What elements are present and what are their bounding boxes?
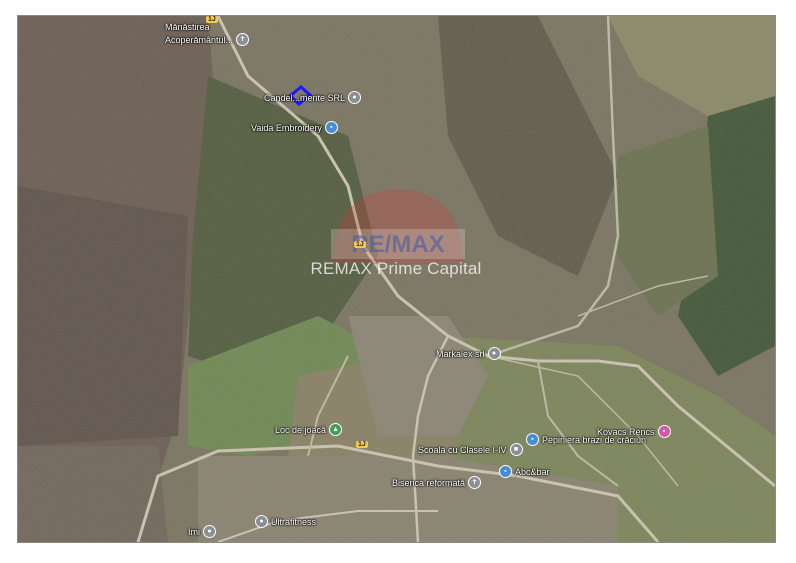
poi-label: Imi: [188, 526, 200, 537]
poi-abc-bar[interactable]: ▪ Abc&bar: [499, 465, 550, 478]
shop-icon: ▪: [499, 465, 512, 478]
playground-icon: ▲: [329, 423, 343, 436]
poi-kovacs-rencs[interactable]: Kovacs Rencs ▪: [597, 425, 671, 438]
road-badge: 1J: [206, 16, 218, 23]
school-icon: ■: [509, 443, 523, 456]
shop-icon: ▪: [324, 121, 338, 134]
poi-label: Ultrafitness: [271, 516, 317, 527]
poi-label: Loc de joacă: [275, 424, 327, 435]
poi-imi[interactable]: Imi ●: [188, 525, 216, 538]
church-icon: ✝: [236, 33, 250, 46]
poi-biserica-reformata[interactable]: Biserica reformată ✝: [392, 476, 482, 489]
poi-label: Kovacs Rencs: [597, 426, 655, 437]
poi-label: Școala cu Clasele I-IV: [418, 444, 507, 455]
poi-label: Markalex srl: [436, 348, 485, 359]
gym-icon: ●: [255, 515, 268, 528]
shop-icon: ●: [487, 347, 501, 360]
poi-vaida-embroidery[interactable]: Vaida Embroidery ▪: [251, 121, 338, 134]
poi-markalex[interactable]: Markalex srl ●: [436, 347, 501, 360]
church-icon: ✝: [468, 476, 482, 489]
poi-acoperamantul[interactable]: Acoperământul... ✝: [165, 33, 250, 46]
poi-label: Abc&bar: [515, 466, 550, 477]
shop-icon: ●: [348, 91, 362, 104]
satellite-terrain: [18, 16, 775, 542]
road-badge: 1J: [356, 441, 368, 448]
poi-label: Mănăstirea: [165, 22, 210, 32]
shop-icon: ▪: [526, 433, 539, 446]
poi-label: Acoperământul...: [165, 34, 234, 45]
poi-label: Vaida Embroidery: [251, 122, 322, 133]
road-badge: 1J: [354, 241, 366, 248]
poi-loc-de-joaca[interactable]: Loc de joacă ▲: [275, 423, 343, 436]
poi-manastirea[interactable]: Mănăstirea: [165, 22, 210, 32]
poi-candel[interactable]: Candel...mente SRL ●: [264, 91, 362, 104]
satellite-map[interactable]: RE/MAX REMAX Prime Capital Mănăstirea Ac…: [17, 15, 776, 543]
poi-label: Candel...mente SRL: [264, 92, 346, 103]
poi-ultrafitness[interactable]: ● Ultrafitness: [255, 515, 316, 528]
place-icon: ●: [203, 525, 216, 538]
poi-label: Biserica reformată: [392, 477, 466, 488]
shop-icon: ▪: [657, 425, 671, 438]
watermark-text: REMAX Prime Capital: [310, 259, 482, 278]
poi-scoala[interactable]: Școala cu Clasele I-IV ■: [418, 443, 523, 456]
